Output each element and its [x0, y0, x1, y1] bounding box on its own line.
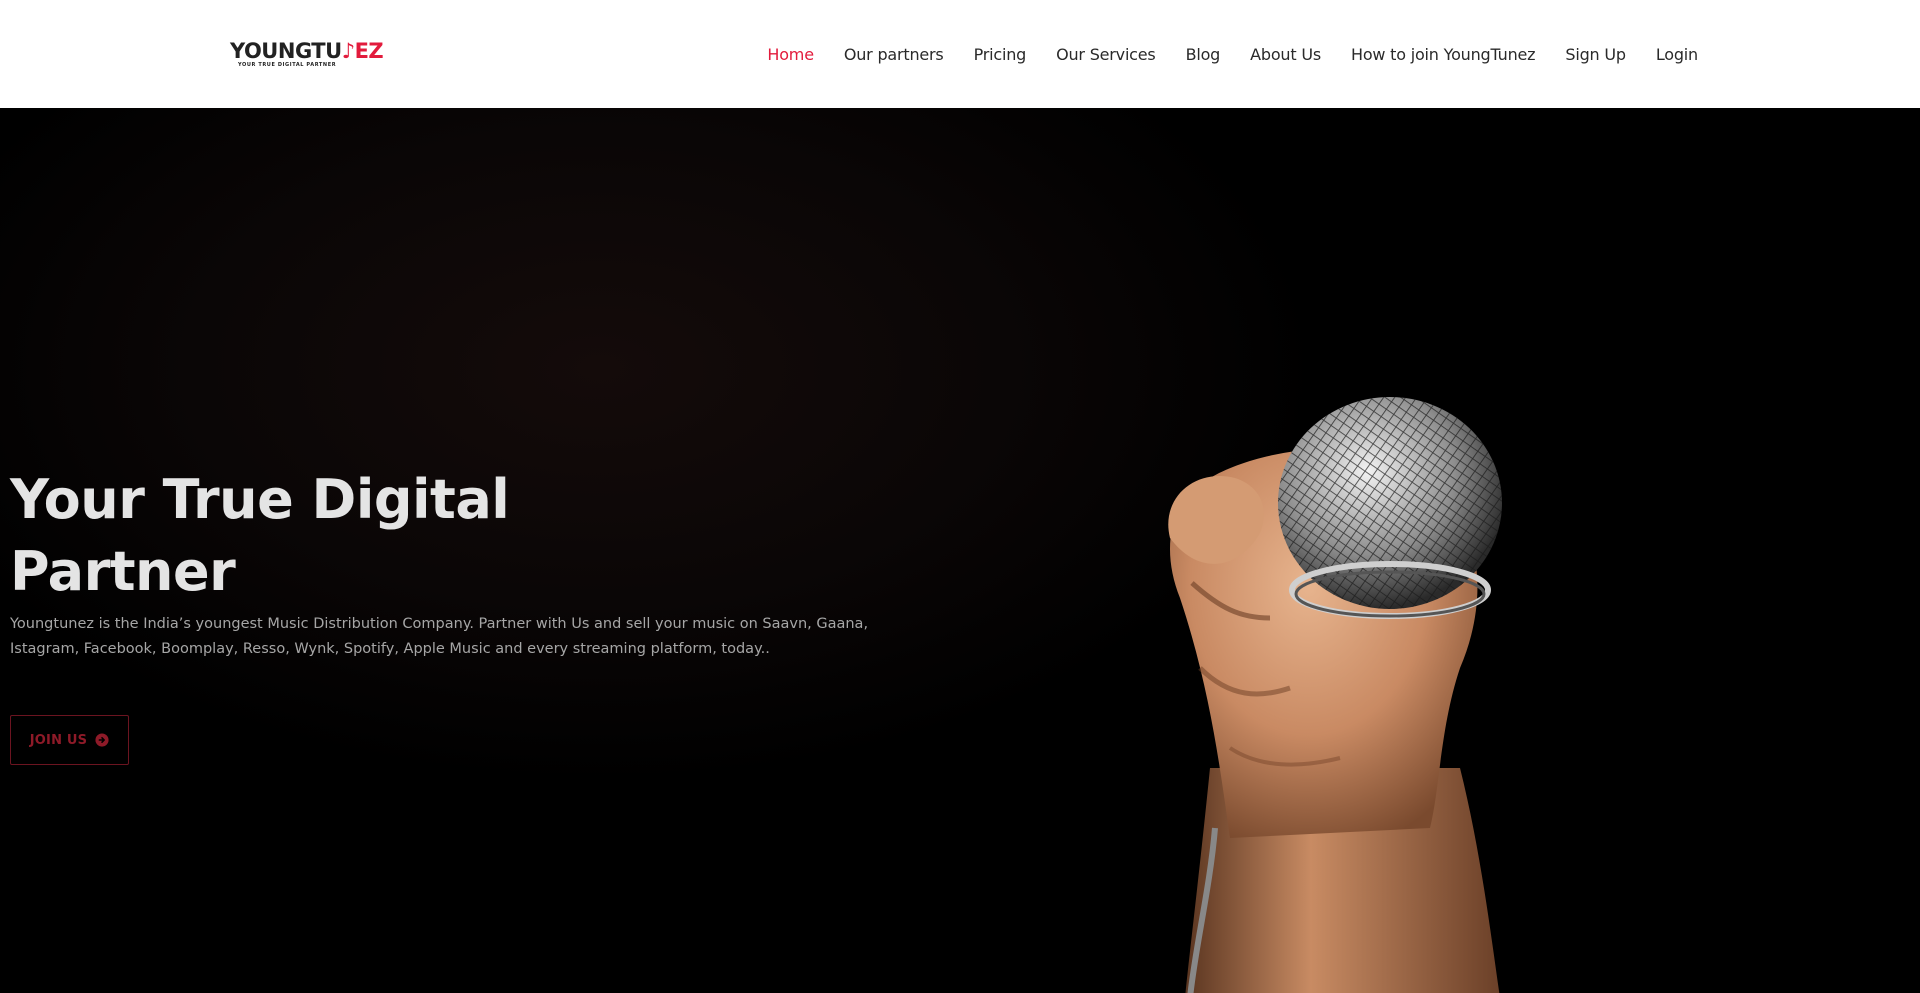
main-nav: Home Our partners Pricing Our Services B…	[767, 0, 1698, 108]
join-us-button[interactable]: JOIN US	[10, 715, 129, 765]
nav-how-to-join[interactable]: How to join YoungTunez	[1351, 45, 1536, 64]
nav-blog[interactable]: Blog	[1186, 45, 1221, 64]
join-us-label: JOIN US	[29, 732, 88, 748]
nav-our-partners[interactable]: Our partners	[844, 45, 944, 64]
nav-pricing[interactable]: Pricing	[974, 45, 1027, 64]
logo-accent-text: ♪EZ	[341, 39, 384, 63]
logo-main-text: YOUNGTU	[230, 39, 342, 63]
logo-tagline: YOUR TRUE DIGITAL PARTNER	[238, 62, 337, 68]
youngtunez-logo[interactable]: YOUNGTU♪EZ YOUR TRUE DIGITAL PARTNER	[230, 38, 400, 72]
hero-section: Your True Digital Partner Youngtunez is …	[0, 108, 1920, 993]
nav-sign-up[interactable]: Sign Up	[1565, 45, 1626, 64]
hero-microphone-image	[1168, 397, 1502, 993]
site-header: YOUNGTU♪EZ YOUR TRUE DIGITAL PARTNER Hom…	[0, 0, 1920, 108]
logo-wordmark: YOUNGTU♪EZ	[230, 39, 384, 63]
hero-description: Youngtunez is the India’s youngest Music…	[10, 616, 869, 657]
nav-home[interactable]: Home	[767, 45, 814, 64]
nav-login[interactable]: Login	[1656, 45, 1698, 64]
arrow-circle-right-icon	[95, 733, 109, 747]
hero-title: Your True Digital Partner	[10, 468, 510, 603]
nav-about-us[interactable]: About Us	[1250, 45, 1321, 64]
nav-our-services[interactable]: Our Services	[1056, 45, 1156, 64]
